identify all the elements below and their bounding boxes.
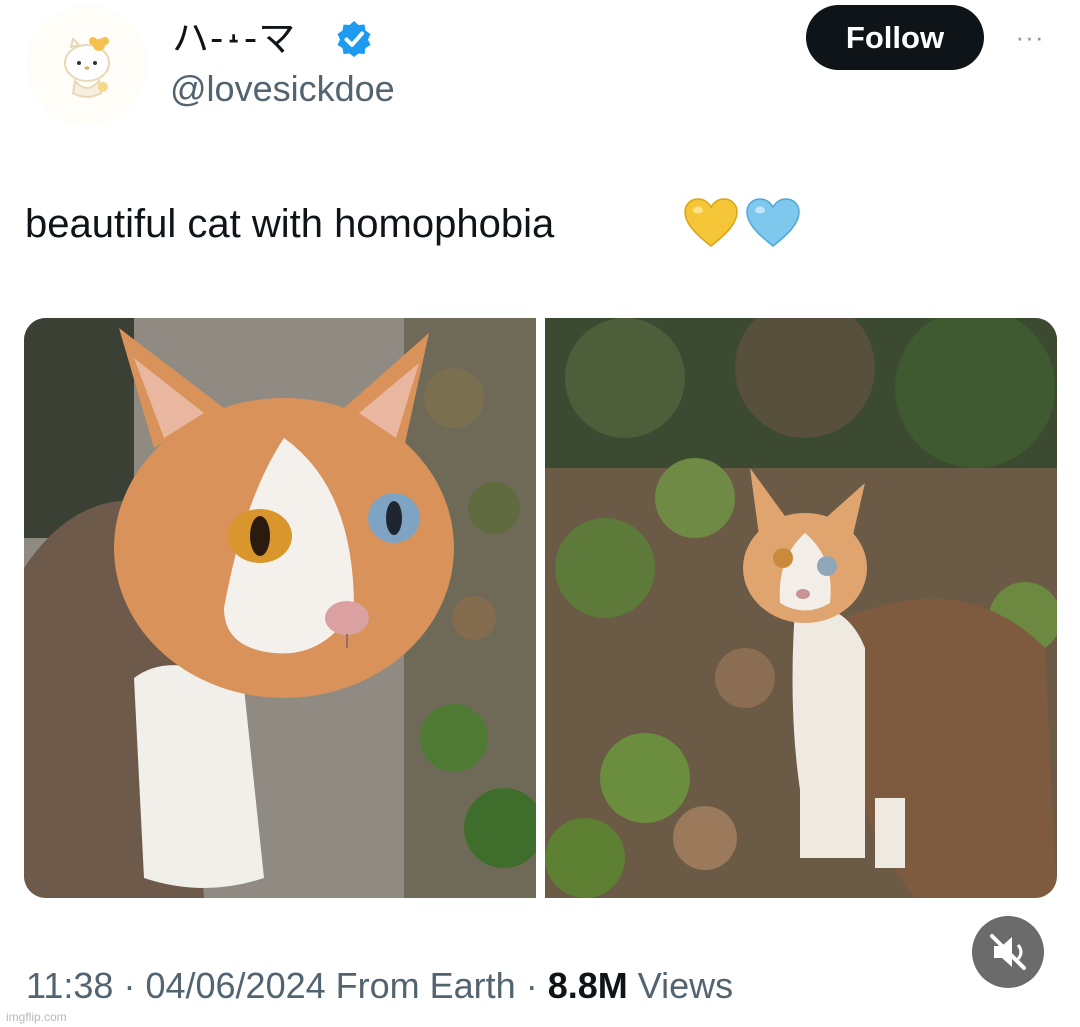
verified-badge-icon: [337, 21, 371, 57]
muted-speaker-icon: [990, 934, 1026, 970]
tweet-date[interactable]: 04/06/2024: [145, 965, 325, 1006]
watermark: imgflip.com: [6, 1010, 67, 1024]
tweet-source: From Earth: [335, 965, 516, 1006]
tweet-text: beautiful cat with homophobia: [25, 202, 555, 246]
cat-in-garden-photo[interactable]: [545, 318, 1057, 898]
display-name[interactable]: ハ-˔-マ: [172, 17, 296, 61]
views-count: 8.8M: [547, 965, 628, 1006]
follow-button[interactable]: Follow: [806, 5, 984, 70]
separator: ·: [123, 965, 136, 1006]
separator: ·: [525, 965, 538, 1006]
hello-kitty-avatar-icon: [27, 5, 147, 125]
mute-button[interactable]: [972, 916, 1044, 988]
more-options-button[interactable]: ···: [1008, 22, 1052, 52]
tweet-meta: 11:38 · 04/06/2024 From Earth · 8.8M Vie…: [26, 962, 733, 1010]
user-handle[interactable]: @lovesickdoe: [170, 67, 395, 111]
light-blue-heart-icon: [746, 198, 800, 247]
yellow-heart-icon: [684, 198, 738, 247]
avatar[interactable]: [27, 5, 147, 125]
tweet-time[interactable]: 11:38: [26, 965, 113, 1006]
views-label: Views: [637, 965, 734, 1006]
cat-closeup-photo[interactable]: [24, 318, 536, 898]
